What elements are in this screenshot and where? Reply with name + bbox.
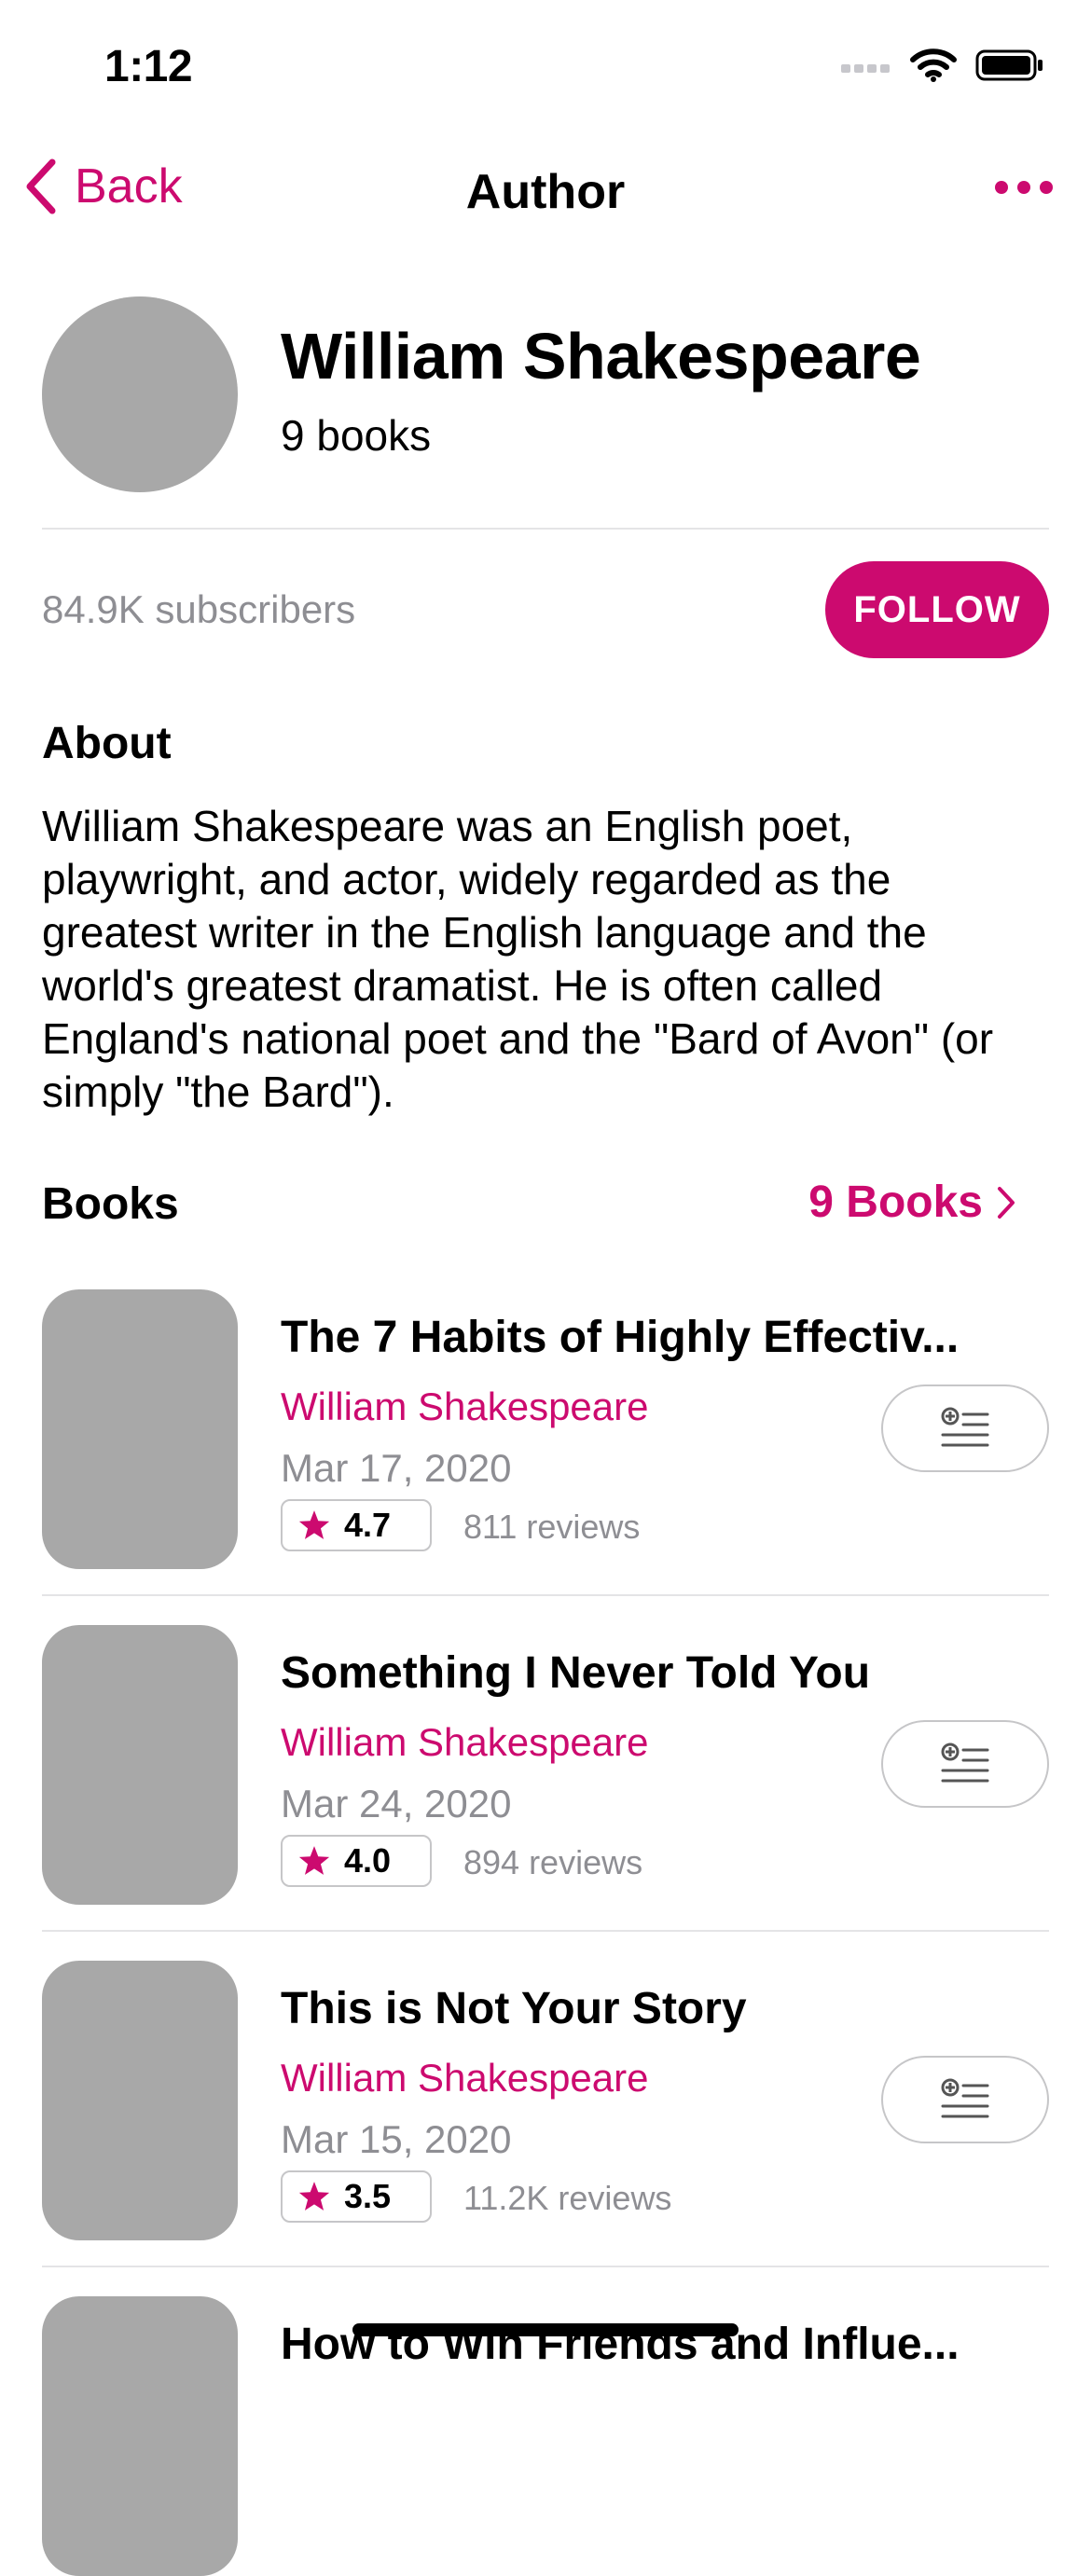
reviews-count: 811 reviews (463, 1508, 641, 1546)
book-author[interactable]: William Shakespeare (281, 1720, 649, 1765)
more-icon[interactable] (994, 173, 1054, 201)
reviews-count: 11.2K reviews (463, 2179, 672, 2217)
book-date: Mar 15, 2020 (281, 2117, 512, 2161)
subscribers-row: 84.9K subscribers FOLLOW (42, 559, 1049, 662)
divider (42, 528, 1049, 530)
chevron-left-icon (26, 158, 56, 214)
battery-icon (975, 49, 1043, 81)
book-date: Mar 17, 2020 (281, 1446, 512, 1490)
divider (42, 1930, 1049, 1932)
book-cover (42, 1289, 238, 1569)
add-to-list-icon (941, 1407, 989, 1447)
add-to-list-icon (941, 2078, 989, 2118)
author-book-count: 9 books (281, 411, 432, 460)
navigation-bar: Author Back (0, 149, 1091, 233)
reviews-count: 894 reviews (463, 1843, 643, 1881)
status-icons (841, 48, 1044, 82)
all-books-link[interactable]: 9 Books (808, 1177, 1016, 1228)
rating-value: 4.7 (344, 1506, 392, 1544)
star-icon (298, 1846, 330, 1875)
back-label: Back (75, 159, 183, 214)
back-button[interactable]: Back (24, 158, 183, 214)
book-row[interactable]: How to Win Friends and Influe... (42, 2296, 1049, 2576)
about-heading: About (42, 719, 172, 768)
add-to-list-button[interactable] (881, 1384, 1049, 1472)
author-header: William Shakespeare 9 books (42, 296, 1049, 492)
book-title: Something I Never Told You (281, 1648, 871, 1698)
rating-badge: 3.5 (281, 2170, 432, 2223)
wifi-icon (910, 48, 957, 82)
book-row[interactable]: This is Not Your Story William Shakespea… (42, 1961, 1049, 2240)
add-to-list-button[interactable] (881, 1720, 1049, 1808)
rating-badge: 4.0 (281, 1835, 432, 1887)
rating-value: 3.5 (344, 2177, 392, 2215)
book-title: This is Not Your Story (281, 1984, 747, 2033)
divider (42, 1594, 1049, 1596)
status-time: 1:12 (104, 42, 193, 91)
home-indicator (352, 2323, 739, 2336)
book-title: The 7 Habits of Highly Effectiv... (281, 1313, 960, 1362)
author-name: William Shakespeare (281, 320, 921, 393)
all-books-label: 9 Books (808, 1178, 983, 1227)
status-bar: 1:12 (0, 0, 1091, 140)
books-heading: Books (42, 1179, 179, 1229)
divider (42, 2266, 1049, 2267)
book-cover (42, 1625, 238, 1905)
cellular-signal-icon (841, 64, 890, 73)
about-text: William Shakespeare was an English poet,… (42, 802, 994, 1116)
chevron-right-icon (998, 1186, 1015, 1219)
add-to-list-button[interactable] (881, 2056, 1049, 2143)
subscribers-count: 84.9K subscribers (42, 587, 356, 631)
rating-value: 4.0 (344, 1841, 392, 1880)
book-cover (42, 2296, 238, 2576)
book-author[interactable]: William Shakespeare (281, 1384, 649, 1429)
book-row[interactable]: The 7 Habits of Highly Effectiv... Willi… (42, 1289, 1049, 1569)
book-cover (42, 1961, 238, 2240)
rating-badge: 4.7 (281, 1499, 432, 1551)
add-to-list-icon (941, 1743, 989, 1783)
author-avatar (42, 296, 238, 492)
book-date: Mar 24, 2020 (281, 1782, 512, 1825)
star-icon (298, 1510, 330, 1539)
book-row[interactable]: Something I Never Told You William Shake… (42, 1625, 1049, 1905)
star-icon (298, 2182, 330, 2211)
book-author[interactable]: William Shakespeare (281, 2056, 649, 2101)
follow-button[interactable]: FOLLOW (825, 561, 1049, 658)
